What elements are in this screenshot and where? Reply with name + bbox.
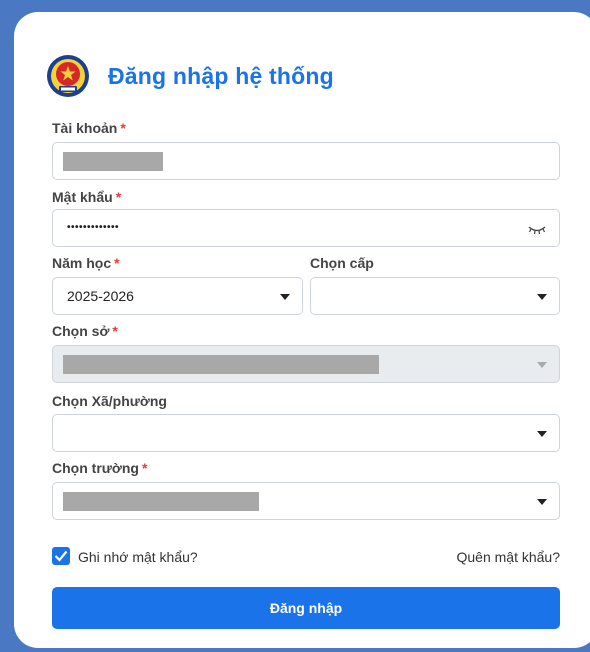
login-card: Đăng nhập hệ thống Tài khoản * Mật khẩu * …: [14, 12, 590, 648]
ward-label: Chọn Xã/phường: [52, 393, 167, 409]
required-mark: *: [141, 460, 148, 476]
checkbox-checked-icon: [54, 550, 68, 562]
page-title: Đăng nhập hệ thống: [108, 62, 334, 89]
required-mark: *: [115, 189, 122, 205]
options-row: Ghi nhớ mật khẩu? Quên mật khẩu?: [52, 547, 560, 569]
account-label-text: Tài khoản: [52, 120, 118, 136]
redacted-value: [63, 492, 259, 511]
password-masked-value: •••••••••••••: [67, 222, 120, 233]
school-label: Chọn trường *: [52, 460, 147, 476]
school-year-label: Năm học *: [52, 255, 120, 271]
level-label: Chọn cấp: [310, 255, 374, 271]
account-label: Tài khoản *: [52, 120, 126, 136]
department-label-text: Chọn sở: [52, 323, 110, 339]
chevron-down-icon: [537, 499, 547, 505]
school-year-select[interactable]: 2025-2026: [52, 277, 303, 315]
department-select[interactable]: [52, 345, 560, 383]
eye-closed-icon[interactable]: [527, 222, 547, 236]
required-mark: *: [114, 255, 120, 271]
password-label-text: Mật khẩu: [52, 189, 113, 205]
remember-checkbox[interactable]: [52, 547, 70, 565]
required-mark: *: [120, 120, 126, 136]
school-label-text: Chọn trường: [52, 460, 139, 476]
level-select[interactable]: [310, 277, 560, 315]
required-mark: *: [112, 323, 118, 339]
chevron-down-icon: [537, 431, 547, 437]
school-select[interactable]: [52, 482, 560, 520]
chevron-down-icon: [537, 362, 547, 368]
chevron-down-icon: [280, 294, 290, 300]
password-input[interactable]: •••••••••••••: [52, 209, 560, 247]
redacted-value: [63, 152, 163, 171]
ward-select[interactable]: [52, 414, 560, 452]
remember-label[interactable]: Ghi nhớ mật khẩu?: [78, 549, 198, 565]
chevron-down-icon: [537, 294, 547, 300]
forgot-password-link[interactable]: Quên mật khẩu?: [456, 549, 560, 565]
login-button[interactable]: Đăng nhập: [52, 587, 560, 629]
school-year-value: 2025-2026: [67, 288, 134, 304]
password-label: Mật khẩu *: [52, 189, 121, 205]
school-year-label-text: Năm học: [52, 255, 112, 271]
account-input[interactable]: [52, 142, 560, 180]
school-emblem-icon: [47, 55, 89, 97]
login-header: Đăng nhập hệ thống: [46, 54, 334, 98]
redacted-value: [63, 355, 379, 374]
department-label: Chọn sở *: [52, 323, 118, 339]
